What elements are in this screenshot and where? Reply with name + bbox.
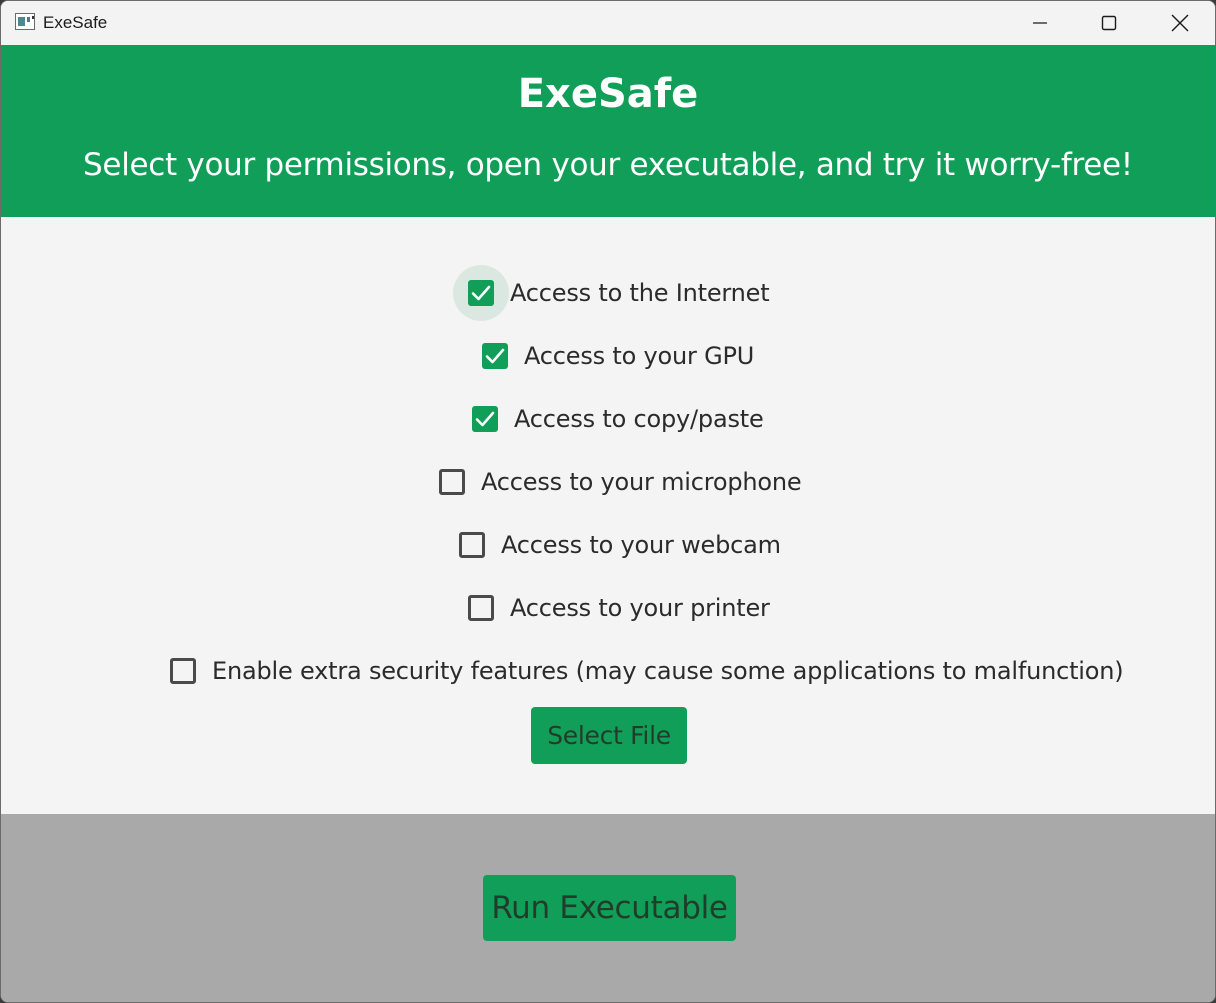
checkbox[interactable] (468, 595, 494, 621)
permission-printer[interactable]: Access to your printer (468, 588, 770, 628)
permission-label[interactable]: Access to your microphone (481, 468, 802, 496)
checkmark-icon (485, 348, 505, 364)
permission-microphone[interactable]: Access to your microphone (439, 462, 802, 502)
permission-internet[interactable]: Access to the Internet (453, 265, 770, 321)
checkbox-unchecked[interactable] (468, 595, 494, 621)
checkbox[interactable] (482, 343, 508, 369)
footer-bar: Run Executable (1, 814, 1215, 1002)
app-header: ExeSafe Select your permissions, open yo… (1, 45, 1215, 217)
permission-label[interactable]: Access to your printer (510, 594, 770, 622)
permission-clipboard[interactable]: Access to copy/paste (472, 399, 764, 439)
permission-gpu[interactable]: Access to your GPU (482, 336, 754, 376)
checkbox-unchecked[interactable] (439, 469, 465, 495)
checkbox[interactable] (459, 532, 485, 558)
permission-webcam[interactable]: Access to your webcam (459, 525, 781, 565)
minimize-icon (1033, 22, 1047, 24)
select-file-button[interactable]: Select File (531, 707, 687, 764)
checkbox-unchecked[interactable] (170, 658, 196, 684)
checkbox-checked[interactable] (468, 280, 494, 306)
checkbox-checked[interactable] (472, 406, 498, 432)
close-icon (1171, 14, 1189, 32)
maximize-icon (1101, 15, 1117, 31)
permission-label[interactable]: Access to the Internet (510, 279, 770, 307)
app-icon (15, 13, 35, 30)
permissions-panel: Access to the Internet Access to your GP… (1, 217, 1215, 814)
checkmark-icon (475, 411, 495, 427)
checkbox[interactable] (439, 469, 465, 495)
run-executable-button[interactable]: Run Executable (483, 875, 736, 941)
permission-label[interactable]: Access to your webcam (501, 531, 781, 559)
checkbox[interactable] (453, 265, 509, 321)
window-title: ExeSafe (43, 13, 108, 32)
checkbox-unchecked[interactable] (459, 532, 485, 558)
app-subtitle: Select your permissions, open your execu… (83, 147, 1133, 183)
checkbox[interactable] (170, 658, 196, 684)
permission-label[interactable]: Access to copy/paste (514, 405, 764, 433)
app-window: ExeSafe ExeSafe Select your permissions,… (0, 0, 1216, 1003)
permission-label[interactable]: Access to your GPU (524, 342, 754, 370)
extra-security-option[interactable]: Enable extra security features (may caus… (170, 651, 1124, 691)
checkbox-checked[interactable] (482, 343, 508, 369)
maximize-button[interactable] (1074, 1, 1144, 45)
checkbox[interactable] (472, 406, 498, 432)
checkmark-icon (471, 285, 491, 301)
title-bar[interactable]: ExeSafe (1, 1, 1215, 45)
app-title: ExeSafe (517, 71, 699, 117)
close-button[interactable] (1145, 1, 1215, 45)
permission-label[interactable]: Enable extra security features (may caus… (212, 657, 1124, 685)
minimize-button[interactable] (1005, 1, 1075, 45)
